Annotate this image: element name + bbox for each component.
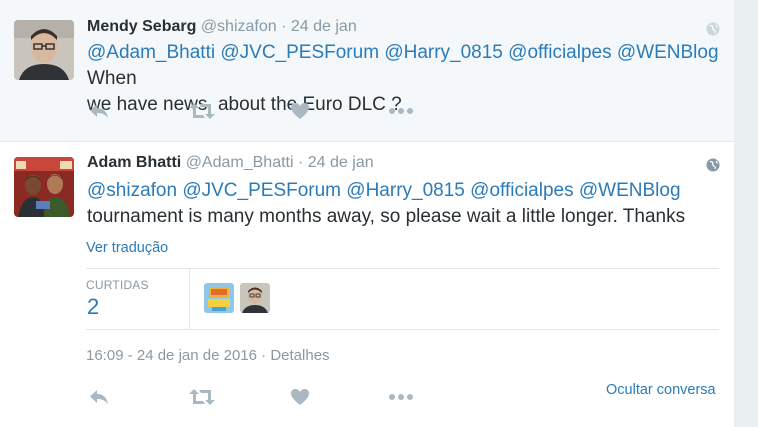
details-link[interactable]: Detalhes (270, 347, 329, 364)
avatar[interactable] (14, 20, 74, 80)
liker-avatar[interactable] (204, 283, 234, 313)
likes-label[interactable]: CURTIDAS (86, 278, 149, 292)
retweet-icon[interactable] (189, 388, 215, 408)
translate-link[interactable]: Ver tradução (86, 240, 168, 256)
author-name[interactable]: Adam Bhatti (87, 154, 181, 171)
reply-icon[interactable] (88, 102, 112, 122)
tweet-text-part: tournament is many months away, so pleas… (87, 206, 686, 227)
mention-link[interactable]: @JVC_PESForum (182, 180, 341, 201)
tweet-timestamp: 16:09 - 24 de jan de 2016 · Detalhes (86, 347, 330, 364)
tweet-stats: CURTIDAS 2 (86, 268, 719, 330)
mention-link[interactable]: @Adam_Bhatti (87, 42, 215, 63)
mention-link[interactable]: @Harry_0815 (384, 42, 503, 63)
author-name[interactable]: Mendy Sebarg (87, 18, 196, 35)
meta-separator: · (281, 18, 287, 35)
more-icon[interactable] (388, 388, 413, 408)
more-icon[interactable] (388, 102, 413, 122)
conversation-timeline: Mendy Sebarg @shizafon · 24 de jan @Adam… (0, 0, 734, 427)
tweet-actions (88, 102, 418, 122)
page-gutter (734, 0, 758, 427)
tweet-text: @shizafon @JVC_PESForum @Harry_0815 @off… (87, 178, 732, 230)
meta-separator: · (261, 347, 267, 364)
mention-link[interactable]: @Harry_0815 (346, 180, 465, 201)
mention-link[interactable]: @officialpes (470, 180, 573, 201)
liker-avatar[interactable] (240, 283, 270, 313)
tweet-mendy[interactable]: Mendy Sebarg @shizafon · 24 de jan @Adam… (0, 0, 734, 142)
author-handle[interactable]: @Adam_Bhatti (186, 154, 294, 171)
tweet-text-part: When (87, 68, 137, 89)
mention-link[interactable]: @JVC_PESForum (220, 42, 379, 63)
tweet-actions (88, 388, 418, 408)
mention-link[interactable]: @shizafon (87, 180, 177, 201)
globe-icon (706, 22, 720, 36)
stats-divider (189, 269, 190, 329)
retweet-icon[interactable] (189, 102, 215, 122)
likes-count[interactable]: 2 (87, 294, 99, 320)
author-handle[interactable]: @shizafon (201, 18, 277, 35)
mention-link[interactable]: @WENBlog (617, 42, 719, 63)
timestamp-link[interactable]: 16:09 - 24 de jan de 2016 (86, 347, 257, 364)
meta-separator: · (298, 154, 304, 171)
hide-conversation-link[interactable]: Ocultar conversa (606, 382, 716, 398)
like-icon[interactable] (290, 102, 314, 122)
like-icon[interactable] (290, 388, 314, 408)
tweet-date[interactable]: 24 de jan (291, 18, 357, 35)
globe-icon (706, 158, 720, 172)
mention-link[interactable]: @officialpes (508, 42, 611, 63)
mention-link[interactable]: @WENBlog (579, 180, 681, 201)
reply-icon[interactable] (88, 388, 112, 408)
avatar[interactable] (14, 157, 74, 217)
tweet-date[interactable]: 24 de jan (308, 154, 374, 171)
